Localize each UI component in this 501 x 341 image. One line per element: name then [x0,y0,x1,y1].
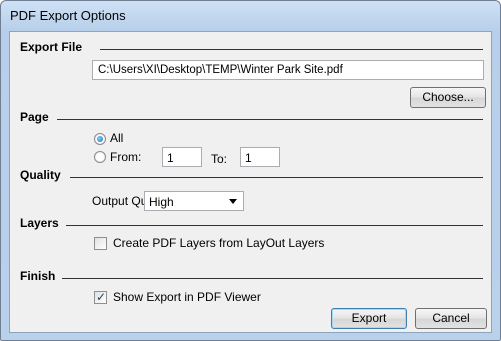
page-heading: Page [20,110,49,124]
export-button[interactable]: Export [331,308,407,329]
export-file-heading: Export File [20,40,83,54]
show-in-viewer-checkbox[interactable] [94,290,107,304]
export-path-field[interactable]: C:\Users\XI\Desktop\TEMP\Winter Park Sit… [92,60,484,80]
finish-heading: Finish [20,269,56,283]
title-bar[interactable]: PDF Export Options [1,1,500,31]
dialog-body: Export File C:\Users\XI\Desktop\TEMP\Win… [9,31,492,333]
show-in-viewer-label[interactable]: Show Export in PDF Viewer [113,290,261,304]
create-layers-checkbox[interactable] [94,237,107,250]
from-label: From: [110,150,142,164]
all-pages-label[interactable]: All [110,131,123,145]
to-page-field[interactable]: 1 [240,147,280,167]
export-file-divider [100,49,483,50]
page-range-radio[interactable] [94,151,106,163]
pdf-export-dialog: PDF Export Options Export File C:\Users\… [0,0,501,341]
output-quality-value: High [149,195,174,209]
to-label: To: [211,152,228,166]
layers-divider [66,225,483,226]
output-quality-dropdown[interactable]: High [144,191,244,211]
all-pages-radio[interactable] [94,133,106,145]
choose-button[interactable]: Choose... [410,87,486,108]
from-page-field[interactable]: 1 [162,147,202,167]
quality-heading: Quality [20,168,61,182]
finish-divider [62,278,483,279]
layers-heading: Layers [20,216,59,230]
dialog-title: PDF Export Options [10,8,126,23]
quality-divider [70,177,483,178]
create-layers-label[interactable]: Create PDF Layers from LayOut Layers [113,236,324,250]
cancel-button[interactable]: Cancel [415,308,487,329]
chevron-down-icon [229,199,237,204]
page-divider [57,119,483,120]
